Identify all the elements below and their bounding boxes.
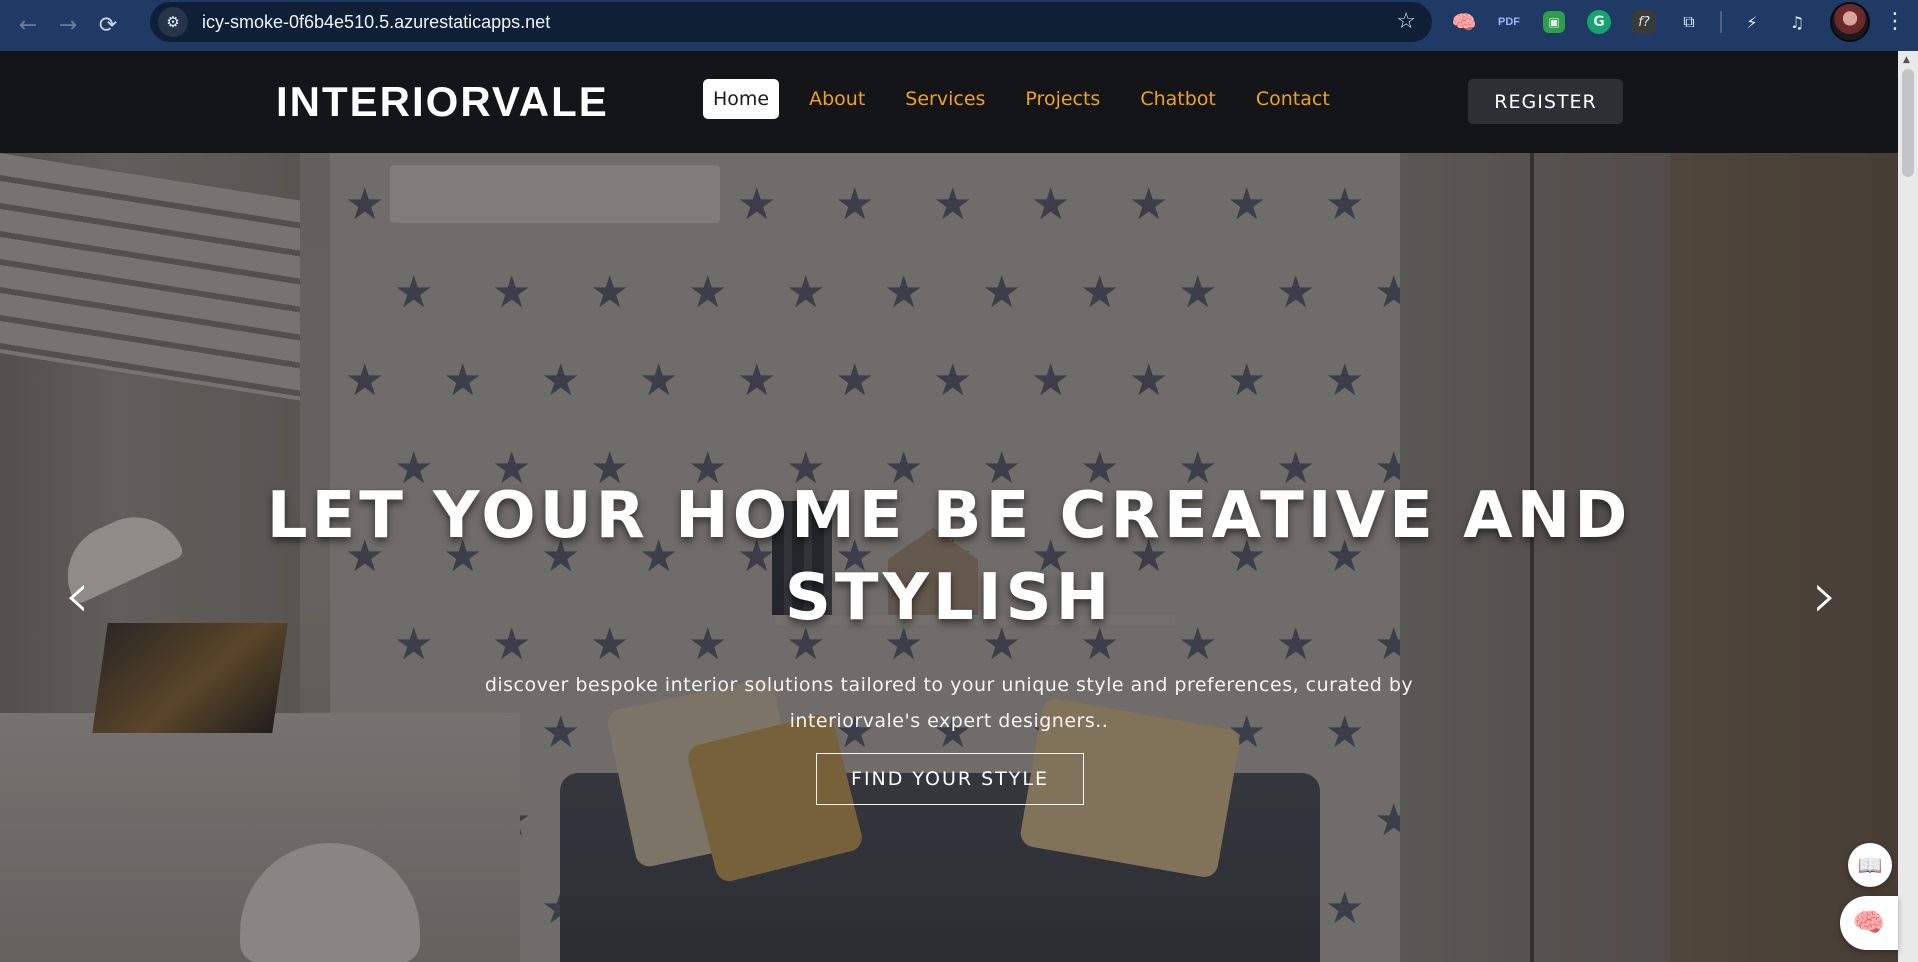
fx-extension-icon[interactable]: f?	[1632, 10, 1656, 34]
brain-icon: 🧠	[1852, 908, 1886, 938]
back-button[interactable]: ←	[8, 6, 48, 46]
back-arrow-icon: ←	[18, 13, 38, 38]
grammarly-icon[interactable]: G	[1587, 10, 1611, 34]
forward-button[interactable]: →	[48, 6, 88, 46]
scroll-up-arrow-icon[interactable]: ▲	[1903, 55, 1910, 65]
ai-assistant-button[interactable]: 🧠	[1840, 896, 1898, 950]
bookmark-star-icon[interactable]: ☆	[1396, 9, 1416, 34]
address-bar[interactable]: ⚙ icy-smoke-0f6b4e510.5.azurestaticapps.…	[150, 2, 1432, 42]
page-scrollbar[interactable]: ▲	[1898, 51, 1918, 962]
extensions-puzzle-icon[interactable]: ⧉	[1673, 6, 1705, 38]
hero-subtitle: discover bespoke interior solutions tail…	[484, 674, 1414, 732]
toolbar-divider	[1720, 11, 1722, 33]
media-queue-icon[interactable]: ♫	[1781, 6, 1813, 38]
nav-services[interactable]: Services	[895, 79, 995, 119]
reload-button[interactable]: ⟳	[88, 6, 128, 46]
reading-mode-button[interactable]: 📖	[1848, 843, 1892, 887]
chevron-left-icon: ‹	[64, 559, 90, 633]
main-nav: Home About Services Projects Chatbot Con…	[703, 79, 1360, 119]
register-button[interactable]: REGISTER	[1468, 79, 1623, 124]
site-header: INTERIORVALE Home About Services Project…	[0, 51, 1898, 153]
nav-projects[interactable]: Projects	[1015, 79, 1110, 119]
brain-extension-icon[interactable]: 🧠	[1448, 6, 1480, 38]
chevron-right-icon: ›	[1812, 559, 1838, 633]
brand-logo[interactable]: INTERIORVALE	[276, 78, 609, 126]
url-text[interactable]: icy-smoke-0f6b4e510.5.azurestaticapps.ne…	[202, 12, 550, 33]
carousel-next-button[interactable]: ›	[1800, 559, 1850, 633]
green-extension-icon[interactable]: ▣	[1543, 11, 1565, 33]
carousel-prev-button[interactable]: ‹	[52, 559, 102, 633]
browser-toolbar: ← → ⟳ ⚙ icy-smoke-0f6b4e510.5.azurestati…	[0, 0, 1918, 51]
profile-avatar[interactable]	[1830, 2, 1870, 42]
site-info-icon[interactable]: ⚙	[158, 7, 188, 37]
find-your-style-button[interactable]: FIND YOUR STYLE	[816, 753, 1084, 805]
nav-about[interactable]: About	[799, 79, 875, 119]
forward-arrow-icon: →	[58, 13, 78, 38]
hero-title: LET YOUR HOME BE CREATIVE AND STYLISH	[266, 479, 1632, 635]
nav-chatbot[interactable]: Chatbot	[1130, 79, 1226, 119]
pdf-extension-icon[interactable]: PDF	[1493, 6, 1525, 38]
scrollbar-thumb[interactable]	[1902, 69, 1914, 177]
nav-home[interactable]: Home	[703, 79, 780, 119]
book-icon: 📖	[1857, 853, 1883, 877]
browser-menu-icon[interactable]: ⋮	[1884, 9, 1906, 34]
performance-icon[interactable]: ⚡	[1736, 6, 1768, 38]
reload-icon: ⟳	[98, 13, 118, 38]
extensions-bar: 🧠 PDF ▣ G f? ⧉ ⚡ ♫	[1448, 2, 1870, 42]
hero-carousel: ★ ★ ★ ★ ★ ★ ★ ★ ★ ★ ★ ★ ★ ★ ★ ★ ★ ★ ★ ★ ★ ★ ★ ★ ★ ★ ★ ★ ★ ★ ★ ★ ★ ★ ★ ★ ★ ★ ★ ★…	[0, 153, 1898, 962]
nav-contact[interactable]: Contact	[1246, 79, 1340, 119]
